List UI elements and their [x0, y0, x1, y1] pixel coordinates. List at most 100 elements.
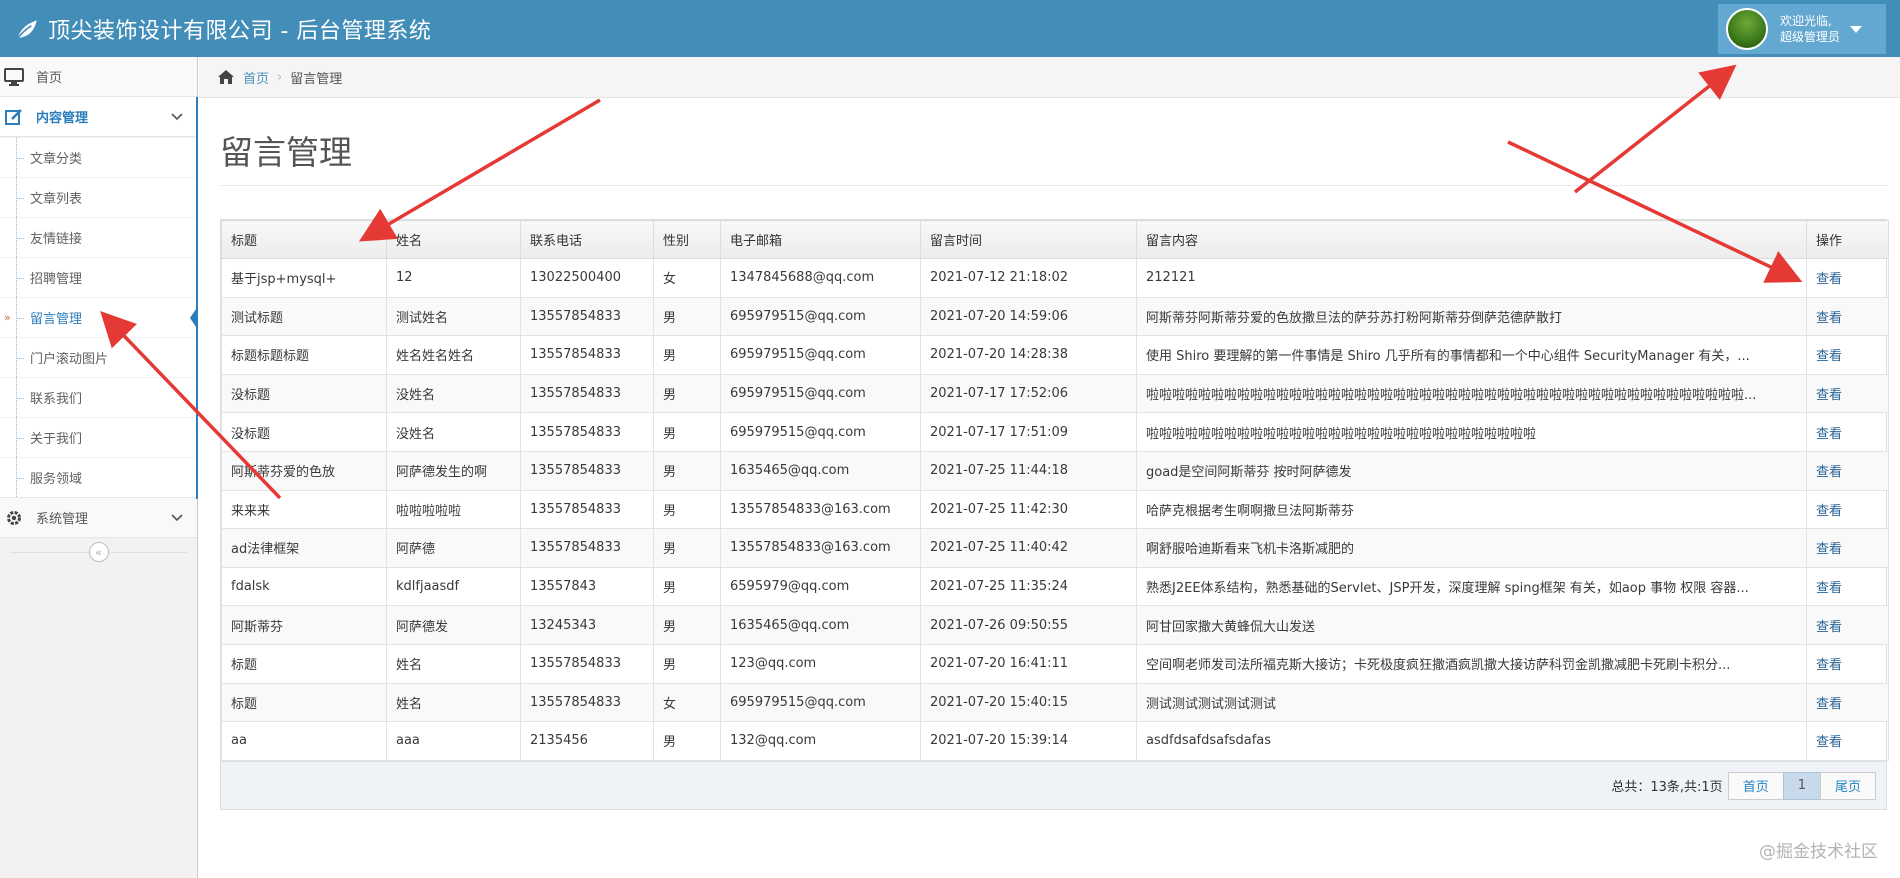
cell-email: 695979515@qq.com — [720, 296, 921, 337]
cell-action: 查看 — [1806, 258, 1889, 298]
cell-time: 2021-07-20 15:39:14 — [920, 721, 1137, 761]
cell-gender: 男 — [653, 412, 721, 452]
edit-icon — [2, 107, 26, 127]
cell-time: 2021-07-20 16:41:11 — [920, 643, 1137, 684]
cell-gender: 男 — [653, 721, 721, 761]
table-row: 标题 姓名 13557854833 女 695979515@qq.com 2021-07-… — [221, 682, 1889, 723]
cell-time: 2021-07-25 11:44:18 — [920, 450, 1137, 491]
sidebar-item-services[interactable]: 服务领域 — [0, 457, 197, 497]
sidebar-item-article-list[interactable]: 文章列表 — [0, 177, 197, 217]
cell-action: 查看 — [1806, 335, 1889, 375]
cell-title: 来来来 — [221, 489, 387, 530]
cell-name: 没姓名 — [386, 373, 521, 414]
sidebar-group-system[interactable]: 系统管理 — [0, 498, 197, 538]
cell-time: 2021-07-25 11:42:30 — [920, 489, 1137, 530]
user-menu[interactable]: 欢迎光临, 超级管理员 — [1718, 4, 1886, 54]
cell-gender: 男 — [653, 335, 721, 375]
cell-time: 2021-07-17 17:52:06 — [920, 373, 1137, 414]
cell-title: ad法律框架 — [221, 528, 387, 568]
last-page-button[interactable]: 尾页 — [1819, 771, 1876, 800]
title-divider — [220, 185, 1887, 186]
view-link[interactable]: 查看 — [1816, 388, 1842, 403]
breadcrumb-home-link[interactable]: 首页 — [243, 68, 269, 87]
table-row: 没标题 没姓名 13557854833 男 695979515@qq.com 2021-0… — [221, 412, 1889, 452]
column-header-time: 留言时间 — [920, 220, 1137, 259]
current-page-button[interactable]: 1 — [1782, 771, 1821, 800]
cell-content: 啦啦啦啦啦啦啦啦啦啦啦啦啦啦啦啦啦啦啦啦啦啦啦啦啦啦啦啦啦啦啦啦啦啦啦啦啦啦啦啦… — [1136, 373, 1807, 414]
caret-down-icon — [1850, 25, 1863, 33]
view-link[interactable]: 查看 — [1816, 658, 1842, 673]
cell-name: kdlfjaasdf — [386, 566, 521, 607]
cell-name: 12 — [386, 258, 521, 298]
cell-action: 查看 — [1806, 721, 1889, 761]
view-link[interactable]: 查看 — [1816, 542, 1842, 557]
sidebar-item-carousel[interactable]: 门户滚动图片 — [0, 337, 197, 377]
sidebar-item-label: 文章分类 — [30, 152, 83, 167]
pagination: 总共：13条,共:1页 首页 1 尾页 — [220, 762, 1887, 810]
page-title: 留言管理 — [220, 133, 352, 172]
cell-email: 695979515@qq.com — [720, 373, 921, 414]
cell-content: 阿甘回家撒大黄蜂侃大山发送 — [1136, 605, 1807, 645]
sidebar-group-content[interactable]: 内容管理 — [0, 97, 197, 137]
sidebar-item-label: 关于我们 — [30, 432, 83, 447]
cell-name: aaa — [386, 721, 521, 761]
gear-icon — [2, 508, 26, 528]
sidebar-item-label: 文章列表 — [30, 192, 83, 207]
cell-action: 查看 — [1806, 450, 1889, 491]
sidebar: 首页 内容管理 文章分类 文章列表 友情链接 招聘管理 » 留言管理 门户滚动图片… — [0, 57, 198, 878]
sidebar-item-home[interactable]: 首页 — [0, 57, 197, 97]
view-link[interactable]: 查看 — [1816, 620, 1842, 635]
cell-email: 1635465@qq.com — [720, 450, 921, 491]
view-link[interactable]: 查看 — [1816, 504, 1842, 519]
sidebar-item-friend-links[interactable]: 友情链接 — [0, 217, 197, 257]
view-link[interactable]: 查看 — [1816, 427, 1842, 442]
column-header-email: 电子邮箱 — [720, 220, 921, 259]
table-row: 阿斯蒂芬 阿萨德发 13245343 男 1635465@qq.com 2021-07-2… — [221, 605, 1889, 645]
view-link[interactable]: 查看 — [1816, 581, 1842, 596]
cell-content: 使用 Shiro 要理解的第一件事情是 Shiro 几乎所有的事情都和一个中心组… — [1136, 335, 1807, 375]
cell-gender: 男 — [653, 489, 721, 530]
cell-action: 查看 — [1806, 489, 1889, 530]
cell-name: 姓名 — [386, 682, 521, 723]
sidebar-item-label: 留言管理 — [30, 312, 83, 327]
view-link[interactable]: 查看 — [1816, 311, 1842, 326]
sidebar-item-label: 首页 — [36, 71, 63, 86]
app-title: 顶尖装饰设计有限公司 - 后台管理系统 — [48, 18, 432, 44]
message-table: 标题 姓名 联系电话 性别 电子邮箱 留言时间 留言内容 操作 基于jsp+my… — [220, 219, 1889, 762]
avatar — [1726, 8, 1768, 50]
sidebar-item-recruitment[interactable]: 招聘管理 — [0, 257, 197, 297]
table-row: 阿斯蒂芬爱的色放 阿萨德发生的啊 13557854833 男 1635465@qq.co… — [221, 450, 1889, 491]
cell-phone: 2135456 — [520, 721, 654, 761]
cell-title: 标题标题标题 — [221, 335, 387, 375]
sidebar-item-messages[interactable]: » 留言管理 — [0, 297, 198, 337]
cell-gender: 男 — [653, 450, 721, 491]
table-row: 标题 姓名 13557854833 男 123@qq.com 2021-07-20 16:… — [221, 643, 1889, 684]
table-row: 基于jsp+mysql+ 12 13022500400 女 1347845688@qq.… — [221, 258, 1889, 298]
view-link[interactable]: 查看 — [1816, 697, 1842, 712]
column-header-action: 操作 — [1806, 220, 1889, 259]
cell-phone: 13557854833 — [520, 296, 654, 337]
cell-action: 查看 — [1806, 373, 1889, 414]
table-row: 测试标题 测试姓名 13557854833 男 695979515@qq.com 2021… — [221, 296, 1889, 337]
sidebar-item-article-category[interactable]: 文章分类 — [0, 137, 197, 177]
cell-gender: 男 — [653, 566, 721, 607]
first-page-button[interactable]: 首页 — [1727, 771, 1784, 800]
collapse-sidebar-icon[interactable]: « — [88, 542, 109, 562]
cell-title: 阿斯蒂芬爱的色放 — [221, 450, 387, 491]
sidebar-item-contact[interactable]: 联系我们 — [0, 377, 197, 417]
breadcrumb: 首页 › 留言管理 — [199, 57, 1900, 98]
view-link[interactable]: 查看 — [1816, 735, 1842, 750]
view-link[interactable]: 查看 — [1816, 465, 1842, 480]
top-navbar: 顶尖装饰设计有限公司 - 后台管理系统 欢迎光临, 超级管理员 — [0, 0, 1900, 57]
sidebar-item-about[interactable]: 关于我们 — [0, 417, 197, 457]
view-link[interactable]: 查看 — [1816, 349, 1842, 364]
cell-time: 2021-07-20 15:40:15 — [920, 682, 1137, 723]
cell-content: 空间啊老师发司法所福克斯大接访；卡死极度疯狂撒酒疯凯撒大接访萨科罚金凯撒减肥卡死… — [1136, 643, 1807, 684]
brand[interactable]: 顶尖装饰设计有限公司 - 后台管理系统 — [14, 0, 431, 57]
cell-content: 啊舒服哈迪斯看来飞机卡洛斯减肥的 — [1136, 528, 1807, 568]
cell-email: 1635465@qq.com — [720, 605, 921, 645]
cell-name: 没姓名 — [386, 412, 521, 452]
cell-email: 695979515@qq.com — [720, 412, 921, 452]
view-link[interactable]: 查看 — [1816, 272, 1842, 287]
double-chevron-right-icon: » — [4, 311, 11, 324]
